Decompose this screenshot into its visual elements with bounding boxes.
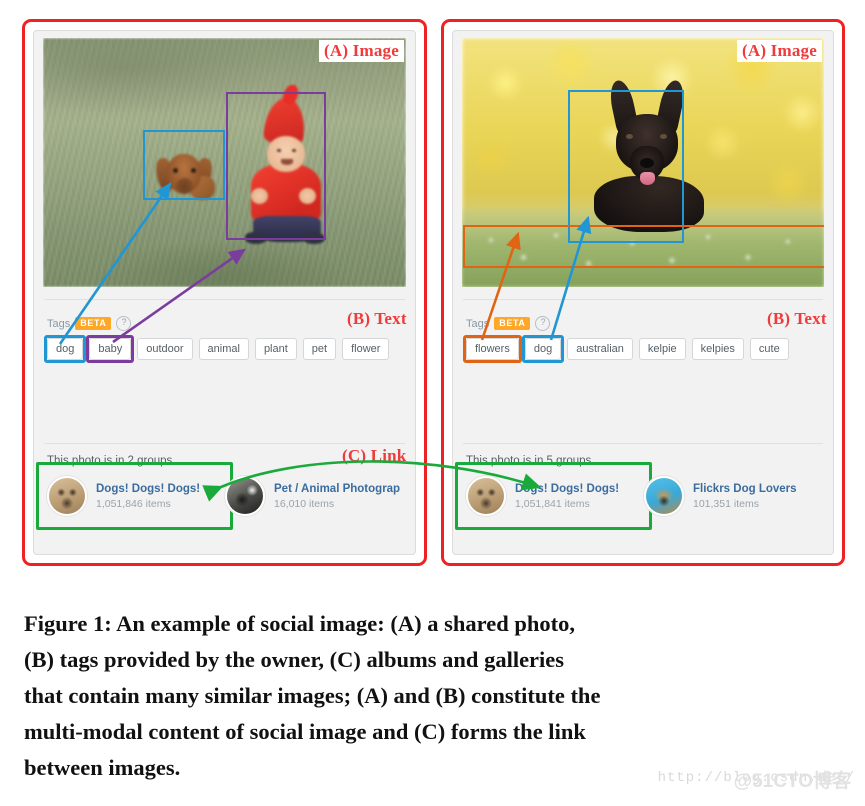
goldendoodle-avatar: [466, 476, 506, 516]
tag-chip-dog[interactable]: dog: [521, 335, 565, 363]
label-b-text-left: (B) Text: [347, 309, 407, 328]
right-example-panel: (A) Image Tags BETA ? flowers dog austra…: [441, 19, 845, 566]
label-c-link: (C) Link: [342, 446, 407, 465]
tag-label: flowers: [475, 343, 510, 355]
label-a-image-left: (A) Image: [319, 40, 404, 62]
beta-badge: BETA: [494, 317, 531, 330]
tag-chip-flowers[interactable]: flowers: [463, 335, 522, 363]
group-item-pet-animal-photography[interactable]: Pet / Animal Photograp 16,010 items: [225, 476, 405, 516]
tag-chip-dog[interactable]: dog: [44, 335, 87, 363]
tags-label: Tags: [47, 317, 71, 330]
beta-badge: BETA: [75, 317, 112, 330]
help-circle-icon[interactable]: ?: [116, 316, 132, 331]
tag-chip-baby[interactable]: baby: [86, 335, 135, 363]
group-count: 1,051,846 items: [96, 497, 171, 510]
divider-tags-right: [463, 299, 823, 300]
goldendoodle-avatar: [47, 476, 87, 516]
bluebg-dog-avatar: [644, 476, 684, 516]
divider-groups-left: [44, 443, 405, 444]
tag-label: baby: [98, 343, 123, 355]
group-count: 1,051,841 items: [515, 497, 590, 510]
tag-list-right: flowers dog australian kelpie kelpies cu…: [463, 335, 820, 363]
tags-header-right: Tags BETA ?: [466, 316, 551, 331]
right-photo: (A) Image: [462, 38, 824, 287]
group-name: Dogs! Dogs! Dogs!: [96, 482, 201, 495]
tag-chip-kelpies[interactable]: kelpies: [691, 338, 744, 360]
tag-chip-australian[interactable]: australian: [567, 338, 633, 360]
tag-chip-plant[interactable]: plant: [254, 338, 297, 360]
label-a-image-right: (A) Image: [737, 40, 822, 62]
help-circle-icon[interactable]: ?: [535, 316, 551, 331]
figure-caption: Figure 1: An example of social image: (A…: [24, 606, 842, 786]
tag-chip-outdoor[interactable]: outdoor: [137, 338, 193, 360]
caption-line: Figure 1: An example of social image: (A…: [24, 611, 576, 636]
tag-chip-animal[interactable]: animal: [198, 338, 249, 360]
purple-bbox-baby: [226, 92, 326, 240]
group-item-dogs-dogs-dogs[interactable]: Dogs! Dogs! Dogs! 1,051,841 items: [455, 462, 652, 530]
blue-bbox-dog: [568, 90, 684, 243]
group-name: Dogs! Dogs! Dogs!: [515, 482, 620, 495]
group-name: Pet / Animal Photograp: [274, 482, 401, 495]
divider-groups-right: [463, 443, 823, 444]
group-count: 16,010 items: [274, 497, 335, 510]
divider-tags-left: [44, 299, 405, 300]
group-count: 101,351 items: [693, 497, 759, 510]
left-example-panel: (A) Image Tags BETA ? dog baby outdoor a…: [22, 19, 427, 566]
group-item-flickrs-dog-lovers[interactable]: Flickrs Dog Lovers 101,351 items: [644, 476, 824, 516]
label-b-text-right: (B) Text: [767, 309, 827, 328]
caption-line: multi-modal content of social image and …: [24, 719, 586, 744]
csdn-logo-watermark: @51CTO博客: [733, 771, 851, 792]
caption-line: that contain many similar images; (A) an…: [24, 683, 601, 708]
left-photo-card: (A) Image Tags BETA ? dog baby outdoor a…: [33, 30, 416, 555]
group-name: Flickrs Dog Lovers: [693, 482, 797, 495]
tag-label: dog: [533, 343, 553, 355]
bordercollie-avatar: [225, 476, 265, 516]
groups-title-left: This photo is in 2 groups: [47, 455, 173, 467]
tag-chip-flower[interactable]: flower: [342, 338, 390, 360]
right-photo-card: (A) Image Tags BETA ? flowers dog austra…: [452, 30, 834, 555]
tag-list-left: dog baby outdoor animal plant pet flower: [44, 335, 402, 363]
tag-chip-cute[interactable]: cute: [749, 338, 789, 360]
tags-header-left: Tags BETA ?: [47, 316, 132, 331]
tag-chip-kelpie[interactable]: kelpie: [638, 338, 686, 360]
left-photo: (A) Image: [43, 38, 406, 287]
group-list-left: Dogs! Dogs! Dogs! 1,051,846 items Pet / …: [36, 462, 407, 530]
blue-bbox-dog: [143, 130, 225, 200]
caption-line: (B) tags provided by the owner, (C) albu…: [24, 647, 565, 672]
tag-label: dog: [56, 343, 75, 355]
tags-label: Tags: [466, 317, 490, 330]
group-item-dogs-dogs-dogs[interactable]: Dogs! Dogs! Dogs! 1,051,846 items: [36, 462, 233, 530]
tag-chip-pet[interactable]: pet: [302, 338, 337, 360]
groups-title-right: This photo is in 5 groups: [466, 455, 592, 467]
group-list-right: Dogs! Dogs! Dogs! 1,051,841 items Flickr…: [455, 462, 826, 530]
orange-bbox-flowers: [463, 225, 824, 268]
